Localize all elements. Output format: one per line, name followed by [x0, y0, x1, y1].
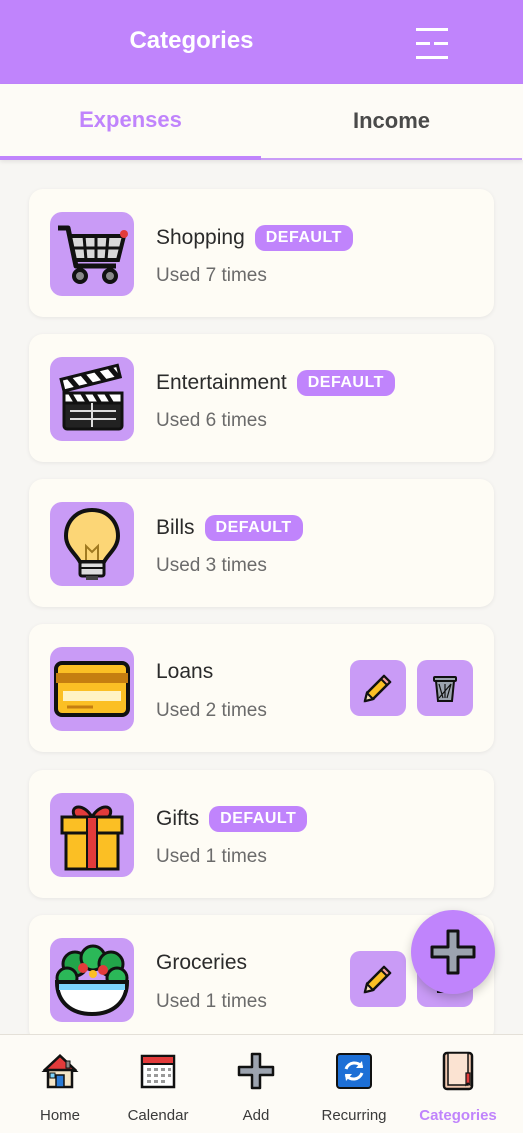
category-icon-box [50, 502, 134, 586]
shopping-cart-icon [58, 225, 128, 284]
nav-categories[interactable]: Categories [408, 1035, 508, 1133]
default-badge: DEFAULT [296, 370, 395, 396]
gift-icon [60, 805, 124, 871]
category-tabs: Expenses Income [0, 84, 523, 160]
notebook-icon [442, 1051, 474, 1091]
page-title: Categories [129, 27, 254, 54]
edit-button[interactable] [350, 660, 406, 716]
category-card-shopping[interactable]: Shopping DEFAULT Used 7 times [29, 189, 494, 317]
category-card-bills[interactable]: Bills DEFAULT Used 3 times [29, 479, 494, 607]
nav-label: Recurring [321, 1107, 387, 1124]
nav-calendar[interactable]: Calendar [108, 1035, 208, 1133]
category-card-entertainment[interactable]: Entertainment DEFAULT Used 6 times [29, 334, 494, 462]
category-icon-box [50, 212, 134, 296]
default-badge: DEFAULT [204, 515, 303, 541]
nav-label: Calendar [127, 1107, 189, 1124]
category-icon-box [50, 938, 134, 1022]
category-name: Bills DEFAULT [156, 515, 303, 541]
salad-icon [54, 944, 130, 1017]
category-name: Shopping DEFAULT [156, 225, 353, 251]
pencil-icon [363, 674, 392, 703]
nav-home[interactable]: Home [10, 1035, 110, 1133]
nav-label: Add [242, 1107, 270, 1124]
default-badge: DEFAULT [254, 225, 353, 251]
nav-label: Home [39, 1107, 80, 1124]
edit-button[interactable] [350, 951, 406, 1007]
category-card-gifts[interactable]: Gifts DEFAULT Used 1 times [29, 770, 494, 898]
plus-icon [430, 929, 476, 975]
delete-button[interactable] [417, 660, 473, 716]
trash-icon [433, 676, 457, 702]
menu-icon [416, 28, 448, 59]
category-usage: Used 3 times [156, 555, 267, 576]
category-card-loans[interactable]: Loans Used 2 times [29, 624, 494, 752]
pencil-icon [363, 965, 392, 994]
nav-add[interactable]: Add [206, 1035, 306, 1133]
category-name: Groceries [156, 951, 248, 974]
nav-label: Categories [419, 1107, 497, 1124]
category-usage: Used 7 times [156, 265, 267, 286]
bottom-navigation: Home Calendar Add Recurring Categories [0, 1034, 523, 1133]
add-category-button[interactable] [411, 910, 495, 994]
tab-income[interactable]: Income [261, 84, 522, 160]
home-icon [41, 1053, 79, 1089]
calendar-icon [140, 1054, 176, 1089]
category-usage: Used 1 times [156, 846, 267, 867]
category-icon-box [50, 647, 134, 731]
category-icon-box [50, 357, 134, 441]
category-icon-box [50, 793, 134, 877]
category-usage: Used 6 times [156, 410, 267, 431]
clapperboard-icon [59, 363, 124, 431]
tab-expenses[interactable]: Expenses [0, 84, 261, 160]
category-name: Loans [156, 660, 214, 683]
nav-recurring[interactable]: Recurring [304, 1035, 404, 1133]
menu-button[interactable] [410, 24, 454, 64]
category-name: Entertainment DEFAULT [156, 370, 395, 396]
category-name: Gifts DEFAULT [156, 806, 308, 832]
credit-card-icon [54, 661, 130, 717]
category-usage: Used 2 times [156, 700, 267, 721]
lightbulb-icon [63, 507, 121, 580]
app-header: Categories [0, 0, 523, 84]
recurring-icon [336, 1053, 372, 1089]
category-list[interactable]: Shopping DEFAULT Used 7 times Entertainme… [0, 160, 523, 1034]
default-badge: DEFAULT [209, 806, 308, 832]
plus-icon [237, 1052, 275, 1090]
category-usage: Used 1 times [156, 991, 267, 1012]
